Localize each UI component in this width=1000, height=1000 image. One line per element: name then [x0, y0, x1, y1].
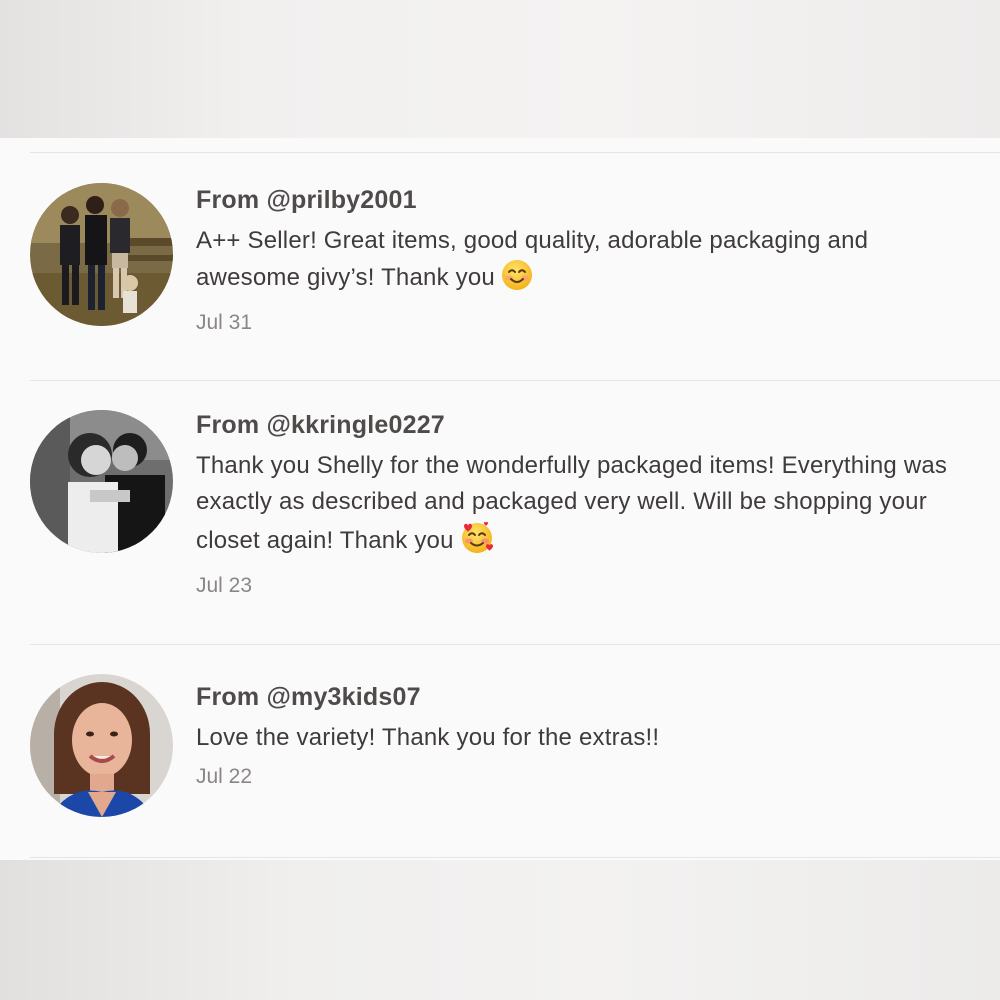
blurred-background-top — [0, 0, 1000, 138]
review-content: From @kkringle0227 Thank you Shelly for … — [196, 410, 956, 599]
reviews-panel: From @prilby2001 A++ Seller! Great items… — [0, 138, 1000, 860]
portrait-photo — [30, 674, 173, 817]
avatar[interactable] — [30, 410, 173, 553]
divider — [30, 380, 1000, 381]
review-author[interactable]: From @kkringle0227 — [196, 410, 956, 440]
family-photo — [30, 183, 173, 326]
review-text: A++ Seller! Great items, good quality, a… — [196, 223, 956, 302]
divider — [30, 644, 1000, 645]
review-text: Thank you Shelly for the wonderfully pac… — [196, 448, 956, 565]
review-author[interactable]: From @prilby2001 — [196, 185, 956, 215]
review-text-body: Thank you Shelly for the wonderfully pac… — [196, 452, 948, 554]
review-date: Jul 23 — [196, 574, 253, 597]
review-text: Love the variety! Thank you for the extr… — [196, 724, 660, 751]
avatar[interactable] — [30, 183, 173, 326]
review-content: From @prilby2001 A++ Seller! Great items… — [196, 185, 956, 336]
couple-photo — [30, 410, 173, 553]
review-author[interactable]: From @my3kids07 — [196, 682, 956, 712]
smiling-face-with-hearts-icon — [460, 520, 494, 565]
avatar[interactable] — [30, 674, 173, 817]
divider — [30, 857, 1000, 858]
review-date: Jul 31 — [196, 311, 253, 334]
divider — [30, 152, 1000, 153]
blurred-background-bottom — [0, 860, 1000, 1000]
review-date: Jul 22 — [196, 765, 253, 788]
smiling-face-icon — [501, 259, 533, 302]
review-content: From @my3kids07 Love the variety! Thank … — [196, 682, 956, 790]
